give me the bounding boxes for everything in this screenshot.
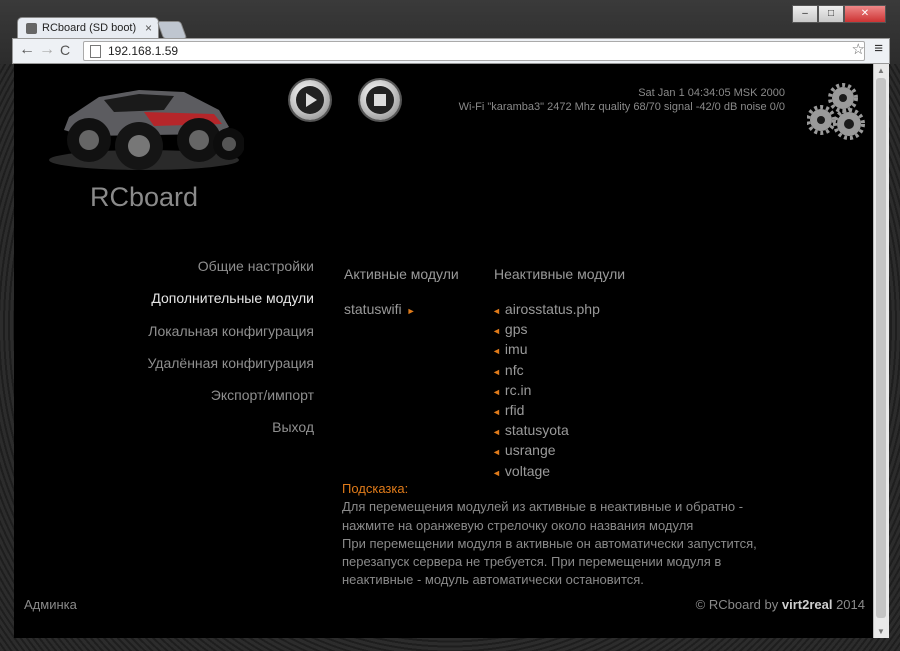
play-icon bbox=[296, 86, 324, 114]
system-status: Sat Jan 1 04:34:05 MSK 2000 Wi-Fi "karam… bbox=[459, 86, 785, 114]
active-modules-heading: Активные модули bbox=[344, 266, 459, 282]
url-text: 192.168.1.59 bbox=[108, 44, 179, 58]
nav-additional-modules[interactable]: Дополнительные модули bbox=[114, 290, 314, 322]
nav-logout[interactable]: Выход bbox=[114, 419, 314, 451]
forward-button[interactable]: → bbox=[39, 41, 55, 59]
rc-car-image bbox=[49, 90, 244, 170]
hint-line: При перемещении модуля в активные он авт… bbox=[342, 535, 757, 551]
hint-title: Подсказка: bbox=[342, 481, 409, 496]
window-controls: – □ ✕ bbox=[792, 5, 886, 23]
minimize-button[interactable]: – bbox=[792, 5, 818, 23]
activate-arrow-icon[interactable]: ◄ bbox=[492, 447, 501, 457]
module-name: voltage bbox=[504, 462, 551, 479]
activate-arrow-icon[interactable]: ◄ bbox=[492, 427, 501, 437]
inactive-modules-heading: Неактивные модули bbox=[494, 266, 626, 282]
activate-arrow-icon[interactable]: ◄ bbox=[492, 387, 501, 397]
wifi-status-text: Wi-Fi "karamba3" 2472 Mhz quality 68/70 … bbox=[458, 101, 785, 113]
hint-line: перезапуск сервера не требуется. При пер… bbox=[342, 554, 722, 570]
inactive-module-item: ◄ usrange bbox=[492, 441, 600, 461]
inactive-modules-list: ◄ airosstatus.php ◄ gps ◄ imu ◄ nfc ◄ rc.in ◄… bbox=[492, 300, 600, 482]
module-name: statuswifi bbox=[344, 301, 402, 317]
active-modules-list: statuswifi ► bbox=[344, 300, 416, 320]
activate-arrow-icon[interactable]: ◄ bbox=[492, 407, 501, 417]
activate-arrow-icon[interactable]: ◄ bbox=[492, 346, 501, 356]
bookmark-star-icon[interactable]: ☆ bbox=[852, 40, 865, 58]
back-button[interactable]: ← bbox=[19, 41, 35, 59]
settings-gears-icon[interactable] bbox=[807, 82, 867, 142]
hint-box: Подсказка: Для перемещения модулей из ак… bbox=[342, 480, 782, 590]
stop-icon bbox=[366, 86, 394, 114]
favicon-icon bbox=[26, 23, 37, 34]
nav-local-config[interactable]: Локальная конфигурация bbox=[114, 323, 314, 355]
page-viewport: RCboard Sat Jan 1 04:34:05 MSK 2000 Wi-F… bbox=[14, 64, 873, 638]
activate-arrow-icon[interactable]: ◄ bbox=[492, 326, 501, 336]
site-brand: RCboard bbox=[90, 182, 199, 212]
browser-menu-icon[interactable]: ≡ bbox=[874, 40, 883, 57]
close-window-button[interactable]: ✕ bbox=[844, 5, 886, 23]
scroll-down-icon[interactable]: ▼ bbox=[877, 627, 885, 636]
inactive-module-item: ◄ rfid bbox=[492, 401, 600, 421]
nav-remote-config[interactable]: Удалённая конфигурация bbox=[114, 355, 314, 387]
module-name: gps bbox=[504, 321, 528, 338]
module-name: statusyota bbox=[504, 422, 569, 439]
module-name: rfid bbox=[504, 402, 525, 419]
address-bar[interactable]: 192.168.1.59 bbox=[83, 41, 865, 61]
active-module-item: statuswifi ► bbox=[344, 300, 416, 320]
module-name: airosstatus.php bbox=[504, 301, 600, 317]
module-name: usrange bbox=[504, 442, 556, 459]
copyright-prefix: © RCboard by bbox=[695, 597, 779, 612]
hint-line: нажмите на оранжевую стрелочку около наз… bbox=[342, 517, 694, 533]
module-name: imu bbox=[504, 341, 528, 358]
module-name: rc.in bbox=[504, 381, 532, 398]
inactive-module-item: ◄ imu bbox=[492, 340, 600, 360]
author-name: virt2real bbox=[781, 597, 833, 612]
activate-arrow-icon[interactable]: ◄ bbox=[492, 468, 501, 478]
module-name: nfc bbox=[504, 361, 524, 378]
scroll-up-icon[interactable]: ▲ bbox=[877, 66, 885, 75]
nav-export-import[interactable]: Экспорт/импорт bbox=[114, 387, 314, 419]
copyright-year: 2014 bbox=[836, 597, 865, 612]
inactive-module-item: ◄ nfc bbox=[492, 361, 600, 381]
copyright: © RCboard by virt2real 2014 bbox=[696, 597, 865, 612]
page-icon bbox=[90, 45, 101, 58]
scrollbar-thumb[interactable] bbox=[876, 78, 886, 618]
nav-general-settings[interactable]: Общие настройки bbox=[114, 258, 314, 290]
hint-line: Для перемещения модулей из активные в не… bbox=[342, 499, 744, 515]
tab-close-icon[interactable]: × bbox=[145, 21, 152, 35]
admin-link[interactable]: Админка bbox=[24, 597, 77, 612]
inactive-module-item: ◄ rc.in bbox=[492, 381, 600, 401]
tab-title: RCboard (SD boot) bbox=[42, 22, 137, 34]
play-button[interactable] bbox=[290, 80, 330, 120]
sidebar-nav: Общие настройки Дополнительные модули Ло… bbox=[114, 258, 314, 452]
deactivate-arrow-icon[interactable]: ► bbox=[407, 306, 416, 316]
activate-arrow-icon[interactable]: ◄ bbox=[492, 306, 501, 316]
reload-button[interactable]: C bbox=[60, 42, 70, 58]
hint-line: неактивные - модуль автоматически остано… bbox=[342, 572, 644, 588]
activate-arrow-icon[interactable]: ◄ bbox=[492, 367, 501, 377]
browser-tab[interactable]: RCboard (SD boot) × bbox=[17, 17, 159, 40]
inactive-module-item: ◄ airosstatus.php bbox=[492, 300, 600, 320]
inactive-module-item: ◄ voltage bbox=[492, 462, 600, 482]
inactive-module-item: ◄ statusyota bbox=[492, 421, 600, 441]
stop-button[interactable] bbox=[360, 80, 400, 120]
datetime-text: Sat Jan 1 04:34:05 MSK 2000 bbox=[638, 87, 785, 99]
maximize-button[interactable]: □ bbox=[818, 5, 844, 23]
vertical-scrollbar[interactable]: ▲ ▼ bbox=[873, 64, 889, 638]
browser-toolbar: ← → C 192.168.1.59 ☆ ≡ bbox=[12, 38, 890, 64]
inactive-module-item: ◄ gps bbox=[492, 320, 600, 340]
